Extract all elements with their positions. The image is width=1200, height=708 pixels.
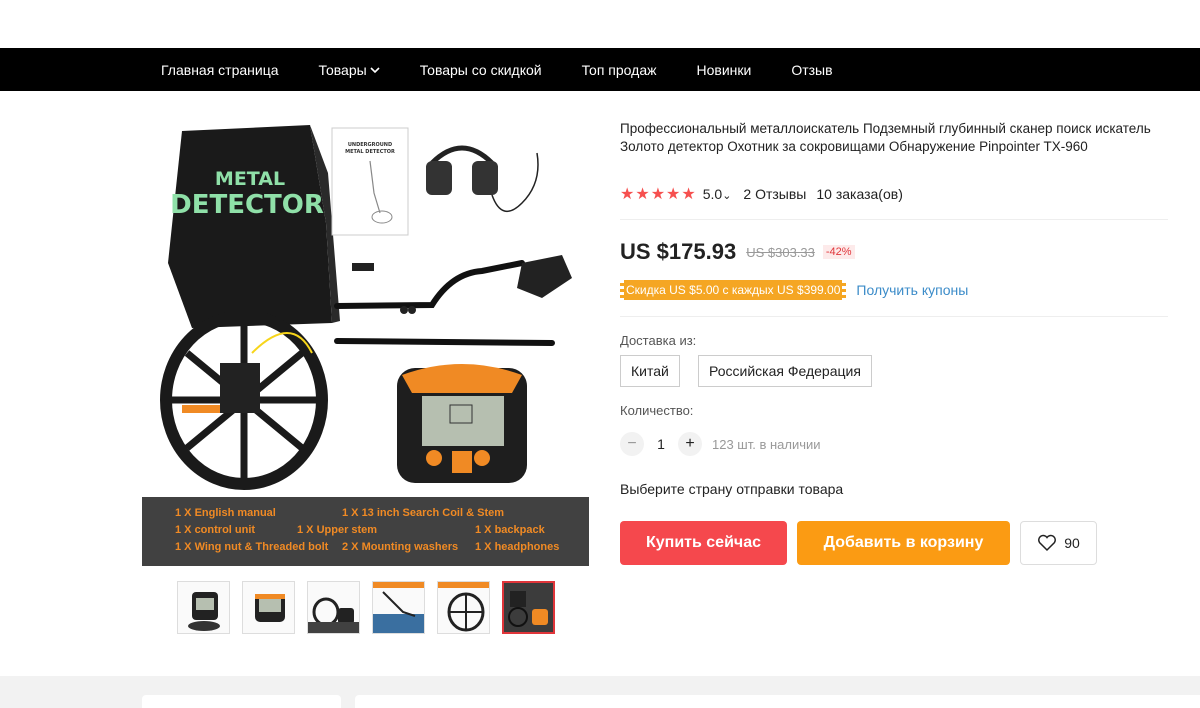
current-price: US $175.93	[620, 239, 737, 264]
nav-menu: Главная страница Товары Товары со скидко…	[161, 48, 873, 91]
chevron-down-icon	[370, 66, 380, 73]
thumbnail-5[interactable]	[437, 581, 490, 634]
caption-item: 1 X Upper stem	[297, 524, 378, 536]
thumbnail-1[interactable]	[177, 581, 230, 634]
heart-icon	[1038, 534, 1057, 552]
star-icon: ★	[650, 186, 666, 203]
caption-item: 1 X 13 inch Search Coil & Stem	[342, 507, 505, 519]
thumbnail-4[interactable]	[372, 581, 425, 634]
quantity-label: Количество:	[620, 403, 694, 418]
product-title: Профессиональный металлоискатель Подземн…	[620, 121, 1151, 154]
coupon-tag: Скидка US $5.00 с каждых US $399.00	[620, 280, 847, 300]
backpack-image: METAL DETECTOR	[168, 125, 340, 328]
caption-item: 1 X headphones	[475, 541, 560, 553]
reviews-count[interactable]: 2 Отзывы	[743, 186, 806, 202]
rating-stars: ★ ★ ★ ★ ★	[620, 184, 697, 204]
divider	[620, 316, 1168, 317]
manual-text-line1: UNDERGROUND	[348, 142, 392, 148]
stem-parts-image	[334, 255, 572, 346]
caption-item: 1 X control unit	[175, 524, 256, 536]
price-row: US $175.93 US $303.33 -42%	[620, 239, 855, 265]
old-price: US $303.33	[746, 244, 815, 260]
thumbnail-6[interactable]	[502, 581, 555, 634]
star-icon: ★	[635, 186, 650, 203]
nav-item-label: Отзыв	[791, 61, 833, 78]
stock-count: 123 шт. в наличии	[712, 436, 821, 452]
product-contents-caption: 1 X English manual 1 X 13 inch Search Co…	[142, 497, 589, 566]
star-icon: ★	[620, 186, 635, 203]
rating-value[interactable]: 5.0⌄	[703, 186, 732, 202]
search-coil-image	[160, 310, 328, 490]
ship-from-russia[interactable]: Российская Федерация	[698, 355, 872, 387]
star-icon: ★	[666, 186, 681, 203]
shipping-from-label: Доставка из:	[620, 333, 697, 348]
chevron-down-icon: ⌄	[722, 190, 732, 202]
bag-text-line2: DETECTOR	[170, 190, 324, 220]
product-info: Профессиональный металлоискатель Подземн…	[620, 120, 1170, 156]
nav-item-feedback[interactable]: Отзыв	[791, 62, 832, 78]
coupon-row: Скидка US $5.00 с каждых US $399.00 Полу…	[620, 280, 968, 300]
nav-item-label: Товары со скидкой	[419, 61, 542, 78]
discount-badge: -42%	[822, 245, 855, 259]
add-to-cart-button[interactable]: Добавить в корзину	[797, 521, 1010, 565]
thumbnail-2[interactable]	[242, 581, 295, 634]
control-unit-image	[397, 364, 527, 483]
choose-country-text: Выберите страну отправки товара	[620, 481, 844, 497]
caption-item: 1 X Wing nut & Threaded bolt	[175, 541, 329, 553]
rating-number: 5.0	[702, 186, 723, 202]
nav-item-sale[interactable]: Товары со скидкой	[420, 62, 542, 78]
nav-item-products[interactable]: Товары	[319, 62, 380, 78]
divider	[620, 219, 1168, 220]
quantity-decrease-button[interactable]: −	[620, 432, 644, 456]
manual-text-line2: METAL DETECTOR	[345, 149, 395, 155]
caption-item: 1 X backpack	[475, 524, 545, 536]
nav-item-label: Товары	[318, 61, 367, 78]
orders-count: 10 заказа(ов)	[816, 186, 903, 202]
quantity-value[interactable]: 1	[644, 436, 678, 452]
thumbnail-3[interactable]	[307, 581, 360, 634]
product-photo: METAL DETECTOR UNDERGROUND METAL DETECTO…	[160, 125, 572, 490]
quantity-stepper: − 1 + 123 шт. в наличии	[620, 432, 821, 456]
nav-item-label: Топ продаж	[581, 61, 657, 78]
bag-text-line1: METAL	[215, 168, 285, 190]
get-coupons-link[interactable]: Получить купоны	[856, 282, 968, 298]
caption-item: 1 X English manual	[175, 507, 276, 519]
nav-item-label: Главная страница	[161, 61, 279, 78]
quantity-increase-button[interactable]: +	[678, 432, 702, 456]
star-icon: ★	[681, 186, 696, 203]
product-main-image[interactable]: METAL DETECTOR UNDERGROUND METAL DETECTO…	[142, 113, 589, 566]
buy-now-button[interactable]: Купить сейчас	[620, 521, 787, 565]
wishlist-count: 90	[1064, 535, 1080, 551]
caption-item: 2 X Mounting washers	[342, 541, 459, 553]
headphones-image	[426, 145, 539, 212]
nav-item-home[interactable]: Главная страница	[161, 62, 279, 78]
footer-card-right	[355, 695, 1200, 708]
rating-row: ★ ★ ★ ★ ★ 5.0⌄ 2 Отзывы 10 заказа(ов)	[620, 184, 903, 204]
nav-item-label: Новинки	[696, 61, 752, 78]
thumbnail-strip	[177, 581, 567, 634]
manual-image: UNDERGROUND METAL DETECTOR	[331, 127, 409, 236]
nav-item-new[interactable]: Новинки	[696, 62, 751, 78]
top-nav-bar: Главная страница Товары Товары со скидко…	[0, 48, 1200, 91]
ship-from-china[interactable]: Китай	[620, 355, 680, 387]
footer-card-left	[142, 695, 341, 708]
wishlist-button[interactable]: 90	[1020, 521, 1097, 565]
nav-item-top-sales[interactable]: Топ продаж	[582, 62, 657, 78]
